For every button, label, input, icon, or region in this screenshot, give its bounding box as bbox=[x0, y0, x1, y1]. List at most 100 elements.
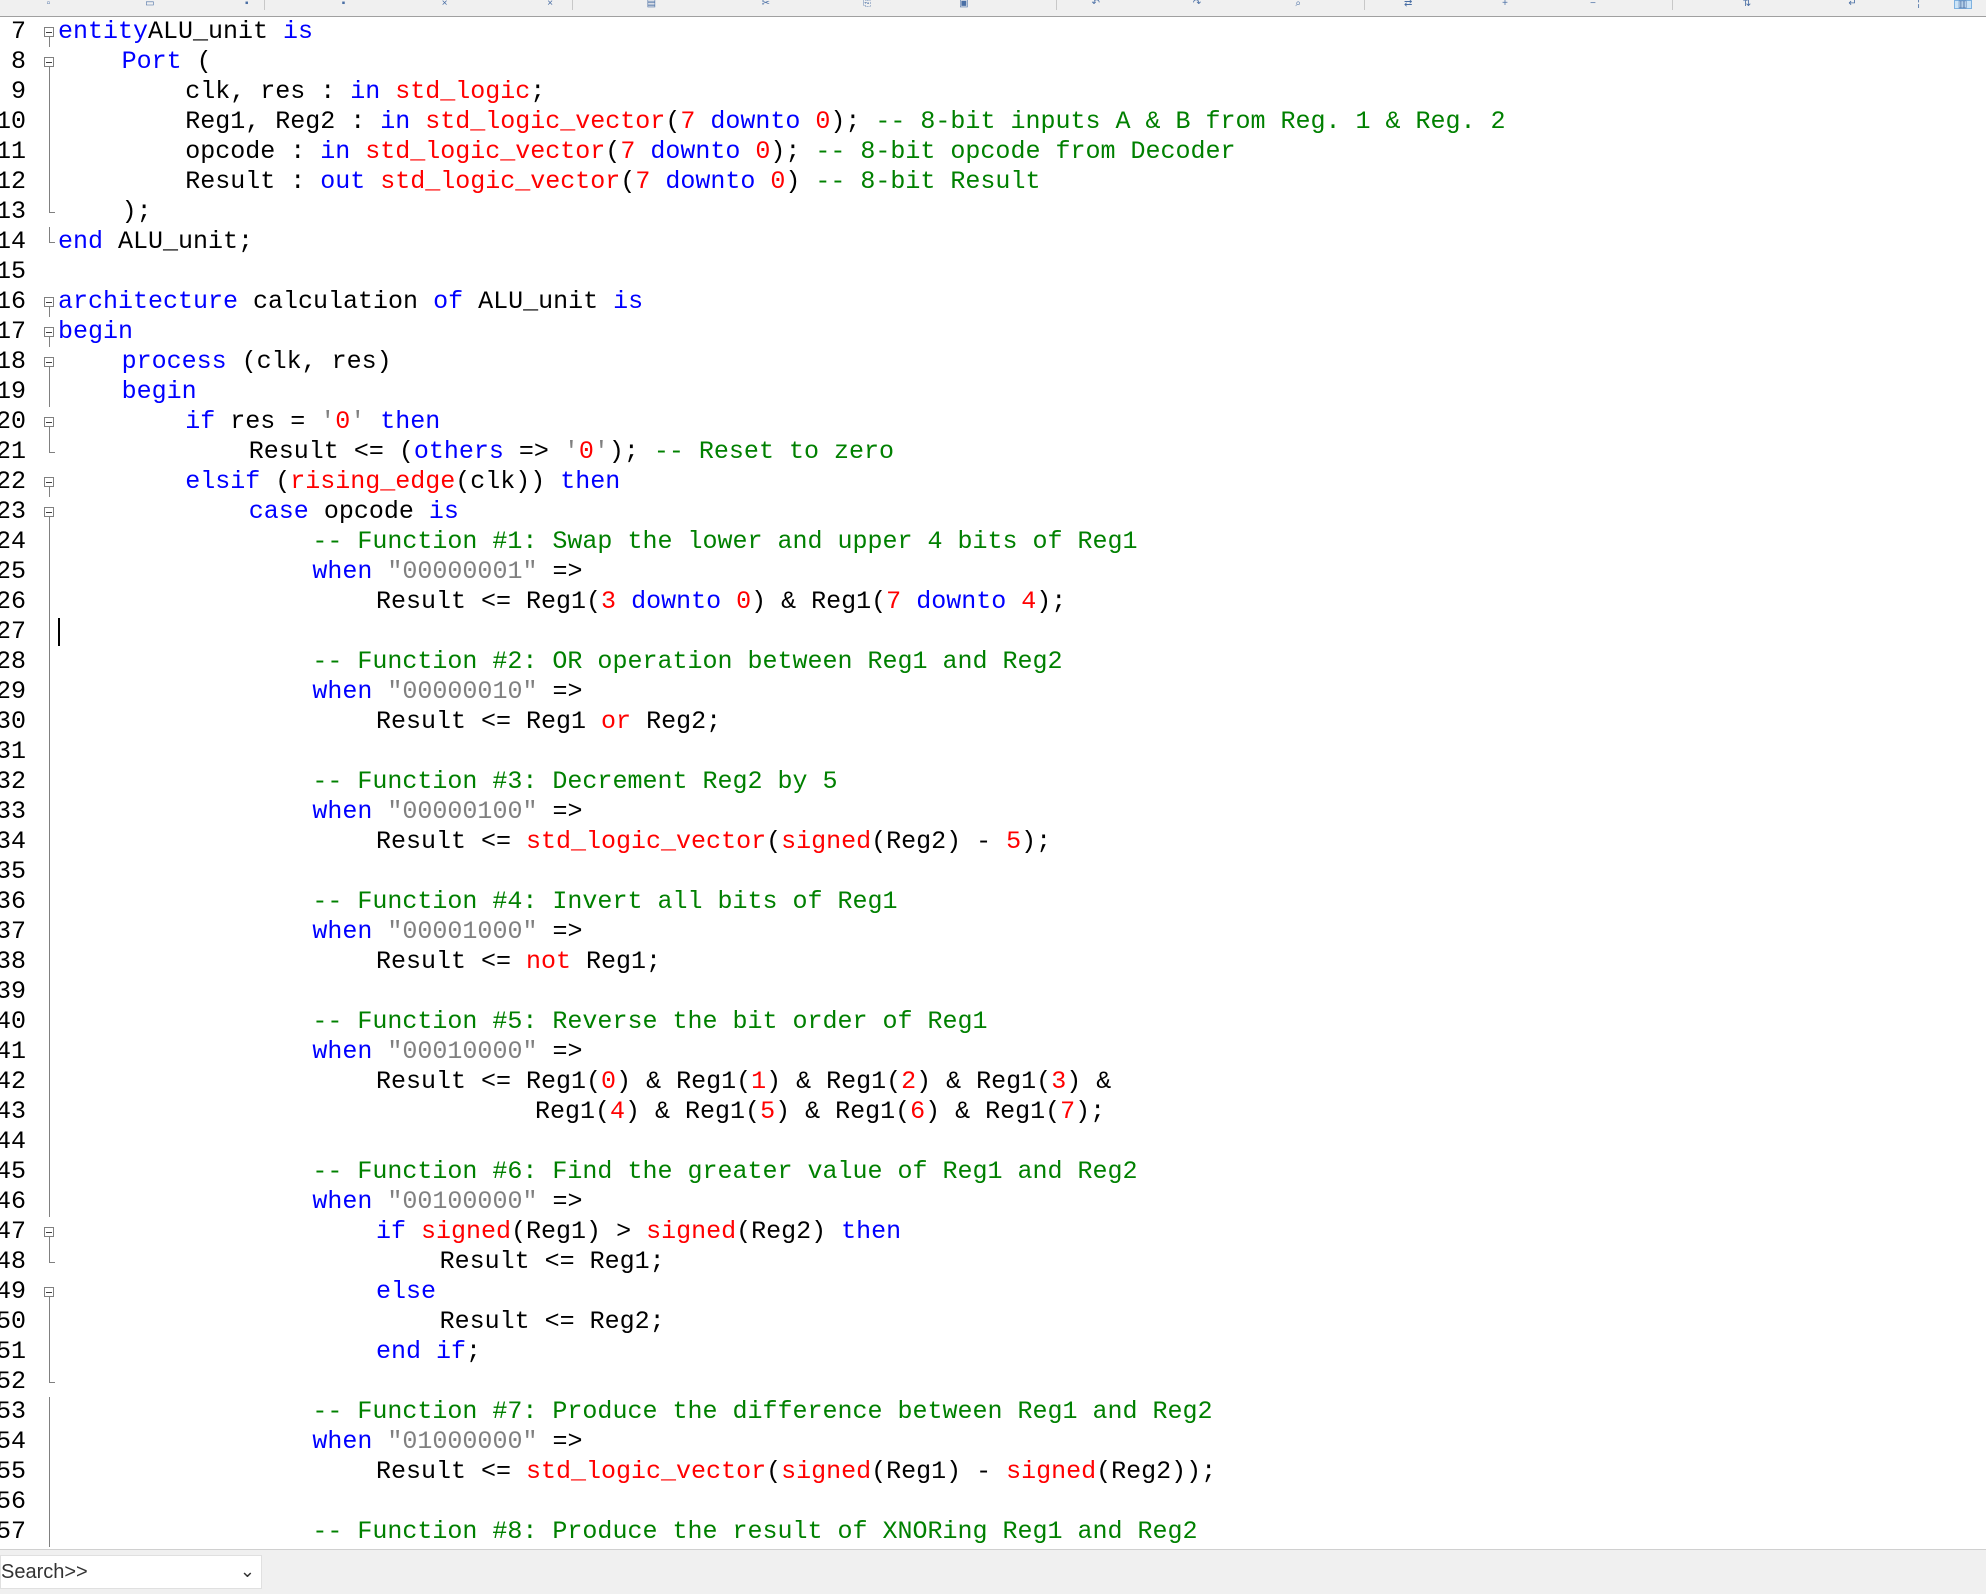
replace-icon[interactable]: ⇄ bbox=[1399, 0, 1417, 10]
code-line[interactable]: Result <= Reg1 or Reg2; bbox=[376, 707, 721, 737]
code-line[interactable]: elsif (rising_edge(clk)) then bbox=[185, 467, 620, 497]
code-line[interactable]: -- Function #1: Swap the lower and upper… bbox=[312, 527, 1137, 557]
code-line[interactable]: when "00010000" => bbox=[312, 1037, 582, 1067]
close-icon[interactable]: × bbox=[436, 0, 454, 10]
code-line[interactable]: Result : out std_logic_vector(7 downto 0… bbox=[185, 167, 1040, 197]
fold-toggle-icon[interactable] bbox=[44, 297, 54, 307]
zoom-out-icon[interactable]: − bbox=[1584, 0, 1602, 10]
fold-toggle-icon[interactable] bbox=[44, 327, 54, 337]
search-dropdown[interactable]: Search>> ⌄ bbox=[0, 1555, 262, 1589]
code-line[interactable]: -- Function #7: Produce the difference b… bbox=[312, 1397, 1212, 1427]
code-line[interactable]: -- Function #5: Reverse the bit order of… bbox=[312, 1007, 987, 1037]
code-line[interactable]: Result <= Reg2; bbox=[440, 1307, 665, 1337]
code-token: calculation bbox=[238, 287, 434, 316]
line-number: 16 bbox=[0, 287, 26, 316]
toolbar-separator bbox=[264, 0, 265, 10]
number-token: 4 bbox=[1021, 587, 1037, 616]
wrap-icon[interactable]: ↵ bbox=[1844, 0, 1862, 10]
code-line[interactable]: if signed(Reg1) > signed(Reg2) then bbox=[376, 1217, 901, 1247]
code-line[interactable]: when "00000010" => bbox=[312, 677, 582, 707]
code-line[interactable]: Result <= std_logic_vector(signed(Reg2) … bbox=[376, 827, 1051, 857]
comment-token: -- 8-bit opcode from Decoder bbox=[815, 137, 1236, 166]
line-number: 12 bbox=[0, 167, 26, 196]
fold-toggle-icon[interactable] bbox=[44, 27, 54, 37]
code-line[interactable]: case opcode is bbox=[249, 497, 459, 527]
zoom-in-icon[interactable]: + bbox=[1496, 0, 1514, 10]
code-token: => bbox=[537, 1427, 583, 1456]
keyword-token: when bbox=[312, 557, 373, 586]
code-line[interactable]: when "00001000" => bbox=[312, 917, 582, 947]
keyword-token: is bbox=[283, 17, 314, 46]
code-line[interactable]: opcode : in std_logic_vector(7 downto 0)… bbox=[185, 137, 1235, 167]
string-token: "00001000" bbox=[387, 917, 538, 946]
code-line[interactable]: end ALU_unit; bbox=[58, 227, 253, 257]
doc-map-icon[interactable]: ▥ bbox=[1953, 0, 1972, 11]
code-line[interactable]: Result <= (others => '0'); -- Reset to z… bbox=[249, 437, 894, 467]
chevron-down-icon[interactable]: ⌄ bbox=[240, 1556, 255, 1588]
code-line[interactable]: Port ( bbox=[122, 47, 212, 77]
cut-icon[interactable]: ✂ bbox=[757, 0, 775, 10]
code-line[interactable]: when "01000000" => bbox=[312, 1427, 582, 1457]
fold-line bbox=[49, 707, 50, 737]
code-editor[interactable]: 7 8 9 10 11 12 13 14 15 16 17 18 19 20 21 22 23 24 25 26 27 2… bbox=[0, 17, 1986, 1549]
paste-icon[interactable]: ▣ bbox=[955, 0, 973, 10]
code-line[interactable]: when "00100000" => bbox=[312, 1187, 582, 1217]
code-token: ) & Reg1( bbox=[616, 1067, 752, 1096]
save-icon[interactable]: ▪ bbox=[238, 0, 256, 10]
line-number: 54 bbox=[0, 1427, 26, 1456]
code-line[interactable]: architecture calculation of ALU_unit is bbox=[58, 287, 643, 317]
fold-toggle-icon[interactable] bbox=[44, 1287, 54, 1297]
code-token: ); bbox=[770, 137, 816, 166]
line-number: 9 bbox=[10, 77, 26, 106]
code-line[interactable]: Reg1, Reg2 : in std_logic_vector(7 downt… bbox=[185, 107, 1505, 137]
code-line[interactable]: -- Function #3: Decrement Reg2 by 5 bbox=[312, 767, 837, 797]
code-line[interactable]: begin bbox=[58, 317, 133, 347]
print-icon[interactable]: ▤ bbox=[642, 0, 660, 10]
code-line[interactable]: else bbox=[376, 1277, 436, 1307]
code-token: ( bbox=[605, 137, 621, 166]
code-line[interactable]: Result <= std_logic_vector(signed(Reg1) … bbox=[376, 1457, 1216, 1487]
code-line[interactable]: -- Function #4: Invert all bits of Reg1 bbox=[312, 887, 897, 917]
number-token: 7 bbox=[680, 107, 696, 136]
code-line[interactable]: end if; bbox=[376, 1337, 481, 1367]
close-all-icon[interactable]: × bbox=[541, 0, 559, 10]
code-line[interactable]: clk, res : in std_logic; bbox=[185, 77, 545, 107]
fold-toggle-icon[interactable] bbox=[44, 507, 54, 517]
code-line[interactable]: Reg1(4) & Reg1(5) & Reg1(6) & Reg1(7); bbox=[535, 1097, 1105, 1127]
fold-toggle-icon[interactable] bbox=[44, 477, 54, 487]
code-line[interactable]: if res = '0' then bbox=[185, 407, 440, 437]
code-line[interactable]: -- Function #2: OR operation between Reg… bbox=[312, 647, 1062, 677]
code-line[interactable]: -- Function #8: Produce the result of XN… bbox=[312, 1517, 1197, 1547]
code-line[interactable]: Result <= Reg1; bbox=[440, 1247, 665, 1277]
code-line[interactable]: Result <= not Reg1; bbox=[376, 947, 661, 977]
sync-scroll-icon[interactable]: ⇅ bbox=[1738, 0, 1756, 10]
code-line[interactable]: Result <= Reg1(0) & Reg1(1) & Reg1(2) & … bbox=[376, 1067, 1111, 1097]
code-line[interactable]: process (clk, res) bbox=[122, 347, 392, 377]
code-line[interactable]: when "00000100" => bbox=[312, 797, 582, 827]
fold-toggle-icon[interactable] bbox=[44, 1227, 54, 1237]
fold-toggle-icon[interactable] bbox=[44, 57, 54, 67]
open-file-icon[interactable]: ▭ bbox=[141, 0, 159, 10]
code-line[interactable]: when "00000001" => bbox=[312, 557, 582, 587]
save-all-icon[interactable]: ▪ bbox=[334, 0, 352, 10]
code-line[interactable]: -- Function #6: Find the greater value o… bbox=[312, 1157, 1137, 1187]
line-number: 31 bbox=[0, 737, 26, 766]
code-area[interactable]: entityALU_unit is Port (clk, res : in std… bbox=[58, 17, 1978, 1549]
code-line[interactable]: begin bbox=[122, 377, 197, 407]
new-file-icon[interactable]: ▫ bbox=[40, 0, 58, 10]
find-icon[interactable]: ⌕ bbox=[1289, 0, 1307, 10]
redo-icon[interactable]: ↷ bbox=[1188, 0, 1206, 10]
number-token: 2 bbox=[901, 1067, 917, 1096]
undo-icon[interactable]: ↶ bbox=[1087, 0, 1105, 10]
code-line[interactable]: entityALU_unit is bbox=[58, 17, 313, 47]
fold-toggle-icon[interactable] bbox=[44, 417, 54, 427]
fold-toggle-icon[interactable] bbox=[44, 357, 54, 367]
code-line[interactable]: ); bbox=[122, 197, 152, 227]
fold-line bbox=[49, 1427, 50, 1457]
indent-guide-icon[interactable]: ¦ bbox=[1910, 0, 1928, 10]
comment-token: -- 8-bit Result bbox=[815, 167, 1041, 196]
code-token: Result <= Reg1( bbox=[376, 587, 602, 616]
code-line[interactable]: Result <= Reg1(3 downto 0) & Reg1(7 down… bbox=[376, 587, 1066, 617]
copy-icon[interactable]: ⎘ bbox=[858, 0, 876, 10]
